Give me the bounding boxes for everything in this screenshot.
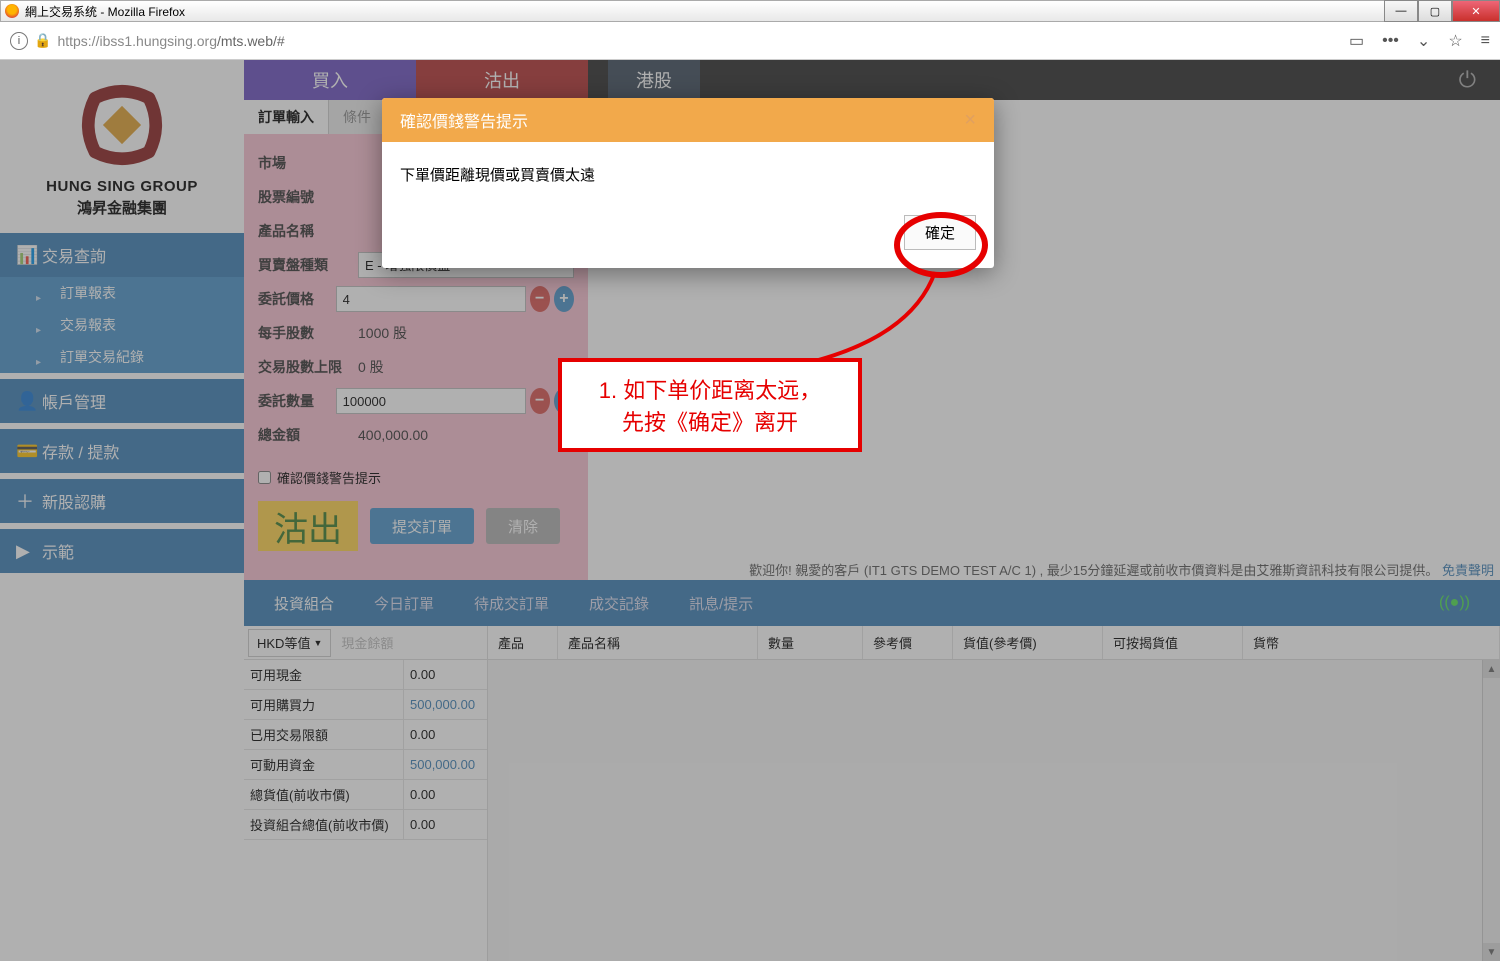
window-minimize[interactable]: — (1384, 0, 1418, 22)
pocket-icon[interactable]: ⌄ (1417, 31, 1430, 51)
menu-icon[interactable]: ≡ (1481, 32, 1490, 50)
modal-ok-button[interactable]: 確定 (904, 215, 976, 250)
window-titlebar: 網上交易系统 - Mozilla Firefox — ▢ ✕ (0, 0, 1500, 22)
modal-close-icon[interactable]: × (964, 109, 976, 132)
bookmark-icon[interactable]: ☆ (1448, 31, 1462, 51)
window-title: 網上交易系统 - Mozilla Firefox (25, 3, 185, 20)
price-warning-modal: 確認價錢警告提示 × 下單價距離現價或買賣價太遠 確定 (382, 98, 994, 268)
modal-body: 下單價距離現價或買賣價太遠 (382, 142, 994, 215)
window-maximize[interactable]: ▢ (1418, 0, 1452, 22)
lock-icon: 🔒 (34, 32, 51, 49)
modal-title: 確認價錢警告提示 (400, 108, 528, 132)
window-buttons: — ▢ ✕ (1384, 0, 1500, 22)
browser-toolbar-icons: ▭ ••• ⌄ ☆ ≡ (1349, 31, 1490, 51)
site-info-icon[interactable]: i (10, 32, 28, 50)
more-icon[interactable]: ••• (1382, 32, 1399, 50)
url-host: https://ibss1.hungsing.org (57, 33, 217, 49)
firefox-icon (5, 4, 19, 18)
url-path: /mts.web/# (217, 33, 285, 49)
reader-icon[interactable]: ▭ (1349, 31, 1364, 51)
window-close[interactable]: ✕ (1452, 0, 1500, 22)
modal-overlay-sidebar (0, 60, 244, 961)
url-bar[interactable]: i 🔒 https://ibss1.hungsing.org/mts.web/#… (0, 22, 1500, 60)
